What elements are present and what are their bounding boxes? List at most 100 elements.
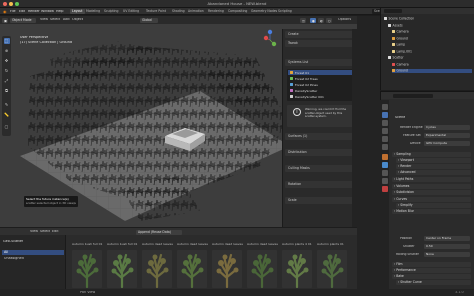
outliner-row[interactable]: Scatter	[388, 56, 404, 60]
view-layer-tab-icon[interactable]	[381, 128, 388, 134]
system-row[interactable]: Forest 01	[288, 70, 352, 75]
output-tab-icon[interactable]	[381, 120, 388, 126]
menu-file[interactable]: File	[10, 10, 16, 13]
modifier-tab-icon[interactable]	[381, 162, 388, 168]
render-engine-dropdown[interactable]: Cycles	[424, 125, 470, 130]
asset-thumbnail[interactable]	[212, 250, 242, 288]
system-row[interactable]: DensityScatter 001	[288, 94, 352, 99]
outliner-row[interactable]: Lamp.001	[392, 49, 412, 54]
asset-thumbnail[interactable]	[142, 250, 172, 288]
properties-panel-header[interactable]: › Film	[392, 262, 471, 267]
outliner-row[interactable]: Lamp	[392, 43, 405, 47]
outliner-row[interactable]: Camera	[392, 62, 409, 67]
scene-tab-icon[interactable]	[381, 136, 388, 142]
xray-icon[interactable]: ◫	[300, 17, 306, 23]
asset-menu-edit[interactable]: Edit	[52, 230, 59, 233]
tab-sculpting[interactable]: Sculpting	[102, 9, 120, 14]
properties-panel-header[interactable]: › Motion Blur	[392, 209, 471, 214]
tab-layout[interactable]: Layout	[70, 9, 85, 14]
viewport-menu-view[interactable]: View	[40, 18, 48, 21]
catalog-unassigned[interactable]: Unassigned	[4, 257, 24, 260]
measure-tool-icon[interactable]: 📏	[4, 112, 10, 118]
add-cube-tool-icon[interactable]: ▢	[4, 124, 10, 130]
properties-panel-header[interactable]: › Render	[396, 164, 471, 169]
culling-masks-panel[interactable]: Culling Masks	[285, 165, 355, 172]
menu-help[interactable]: Help	[56, 10, 64, 13]
properties-panel-header[interactable]: › Sampling	[392, 152, 471, 157]
mode-dropdown[interactable]: Object Mode	[10, 17, 36, 23]
annotate-tool-icon[interactable]: ✎	[4, 102, 10, 108]
tweak-panel[interactable]: Tweak	[285, 40, 355, 47]
outliner-search-icon[interactable]	[384, 9, 402, 13]
create-panel[interactable]: Create	[285, 31, 355, 38]
menu-edit[interactable]: Edit	[19, 10, 25, 13]
shutter-field[interactable]: 0.50	[424, 244, 470, 249]
properties-panel-header[interactable]: › Volumes	[392, 184, 471, 189]
tab-geometry-nodes[interactable]: Geometry Nodes	[249, 9, 279, 14]
rendered-shading-icon[interactable]: ○	[326, 17, 332, 23]
physics-tab-icon[interactable]	[381, 178, 388, 184]
asset-thumbnail[interactable]	[317, 250, 347, 288]
asset-thumbnail[interactable]	[72, 250, 102, 288]
editor-type-icon[interactable]: ▣	[2, 17, 8, 23]
system-row[interactable]: Forest 02 Pines	[288, 82, 352, 87]
solid-shading-icon[interactable]: ●	[310, 17, 316, 23]
rotate-tool-icon[interactable]: ↻	[4, 68, 10, 74]
asset-thumbnail[interactable]	[107, 250, 137, 288]
systems-list-panel[interactable]: Systems List	[285, 59, 355, 66]
world-tab-icon[interactable]	[381, 144, 388, 150]
outliner-row[interactable]: Camera	[392, 30, 409, 34]
outliner-row[interactable]: Assets	[388, 23, 403, 28]
menu-render[interactable]: Render	[28, 10, 40, 13]
outliner-row[interactable]: Ground	[392, 36, 408, 41]
system-row[interactable]: Forest 02 Trees	[288, 76, 352, 81]
transform-orientation-dropdown[interactable]: Global	[140, 17, 158, 23]
tab-shading[interactable]: Shading	[170, 9, 187, 14]
asset-menu-view[interactable]: View	[30, 230, 38, 233]
tab-compositing[interactable]: Compositing	[226, 9, 249, 14]
transform-tool-icon[interactable]: ⧉	[4, 88, 10, 94]
material-shading-icon[interactable]: ◐	[318, 17, 324, 23]
properties-panel-header[interactable]: › Advanced	[396, 170, 471, 175]
outliner-row[interactable]: Scene Collection	[384, 17, 414, 21]
tab-rendering[interactable]: Rendering	[206, 9, 226, 14]
viewport-menu-add[interactable]: Add	[63, 18, 70, 21]
feature-set-dropdown[interactable]: Experimental	[424, 133, 470, 138]
properties-panel-header[interactable]: › Bake	[392, 274, 471, 279]
rolling-shutter-dropdown[interactable]: None	[424, 252, 470, 257]
properties-panel-header[interactable]: › Shutter Curve	[396, 280, 471, 285]
catalog-all[interactable]: All	[2, 250, 64, 255]
asset-thumbnail[interactable]	[177, 250, 207, 288]
select-box-tool-icon[interactable]: ⬚	[3, 38, 10, 44]
properties-panel-header[interactable]: › Curves	[392, 197, 471, 202]
device-dropdown[interactable]: GPU Compute	[424, 141, 470, 146]
tab-animation[interactable]: Animation	[186, 9, 206, 14]
tool-tab-icon[interactable]	[381, 104, 388, 110]
surfaces-panel[interactable]: Surfaces (1)	[285, 133, 355, 140]
properties-panel-header[interactable]: › Subdivision	[392, 190, 471, 195]
object-tab-icon[interactable]	[381, 154, 388, 160]
asset-thumbnail[interactable]	[282, 250, 312, 288]
viewport-menu-object[interactable]: Object	[72, 18, 83, 21]
properties-panel-header[interactable]: › Light Paths	[392, 177, 471, 182]
tab-uv-editing[interactable]: UV Editing	[121, 9, 141, 14]
properties-panel-header[interactable]: › Simplify	[396, 203, 471, 208]
cursor-tool-icon[interactable]: ⊕	[4, 48, 10, 54]
outliner-row[interactable]: Ground	[392, 69, 472, 73]
scale-panel[interactable]: Scale	[285, 197, 355, 204]
menu-window[interactable]: Window	[41, 10, 54, 13]
tab-modeling[interactable]: Modeling	[84, 9, 102, 14]
distribution-panel[interactable]: Distribution	[285, 149, 355, 156]
blender-logo-icon[interactable]: ◉	[3, 9, 7, 14]
properties-panel-header[interactable]: › Viewport	[396, 158, 471, 163]
scale-tool-icon[interactable]: ⤢	[4, 78, 10, 84]
move-tool-icon[interactable]: ✥	[4, 58, 10, 64]
material-tab-icon[interactable]	[381, 186, 388, 192]
asset-menu-select[interactable]: Select	[40, 230, 50, 233]
options-dropdown[interactable]: Options	[338, 18, 351, 21]
tab-scripting[interactable]: Scripting	[276, 9, 294, 14]
asset-thumbnail[interactable]	[247, 250, 277, 288]
viewport-menu-select[interactable]: Select	[50, 18, 60, 21]
tab-texture-paint[interactable]: Texture Paint	[144, 9, 168, 14]
motion-position-dropdown[interactable]: Center on Frame	[424, 236, 470, 241]
